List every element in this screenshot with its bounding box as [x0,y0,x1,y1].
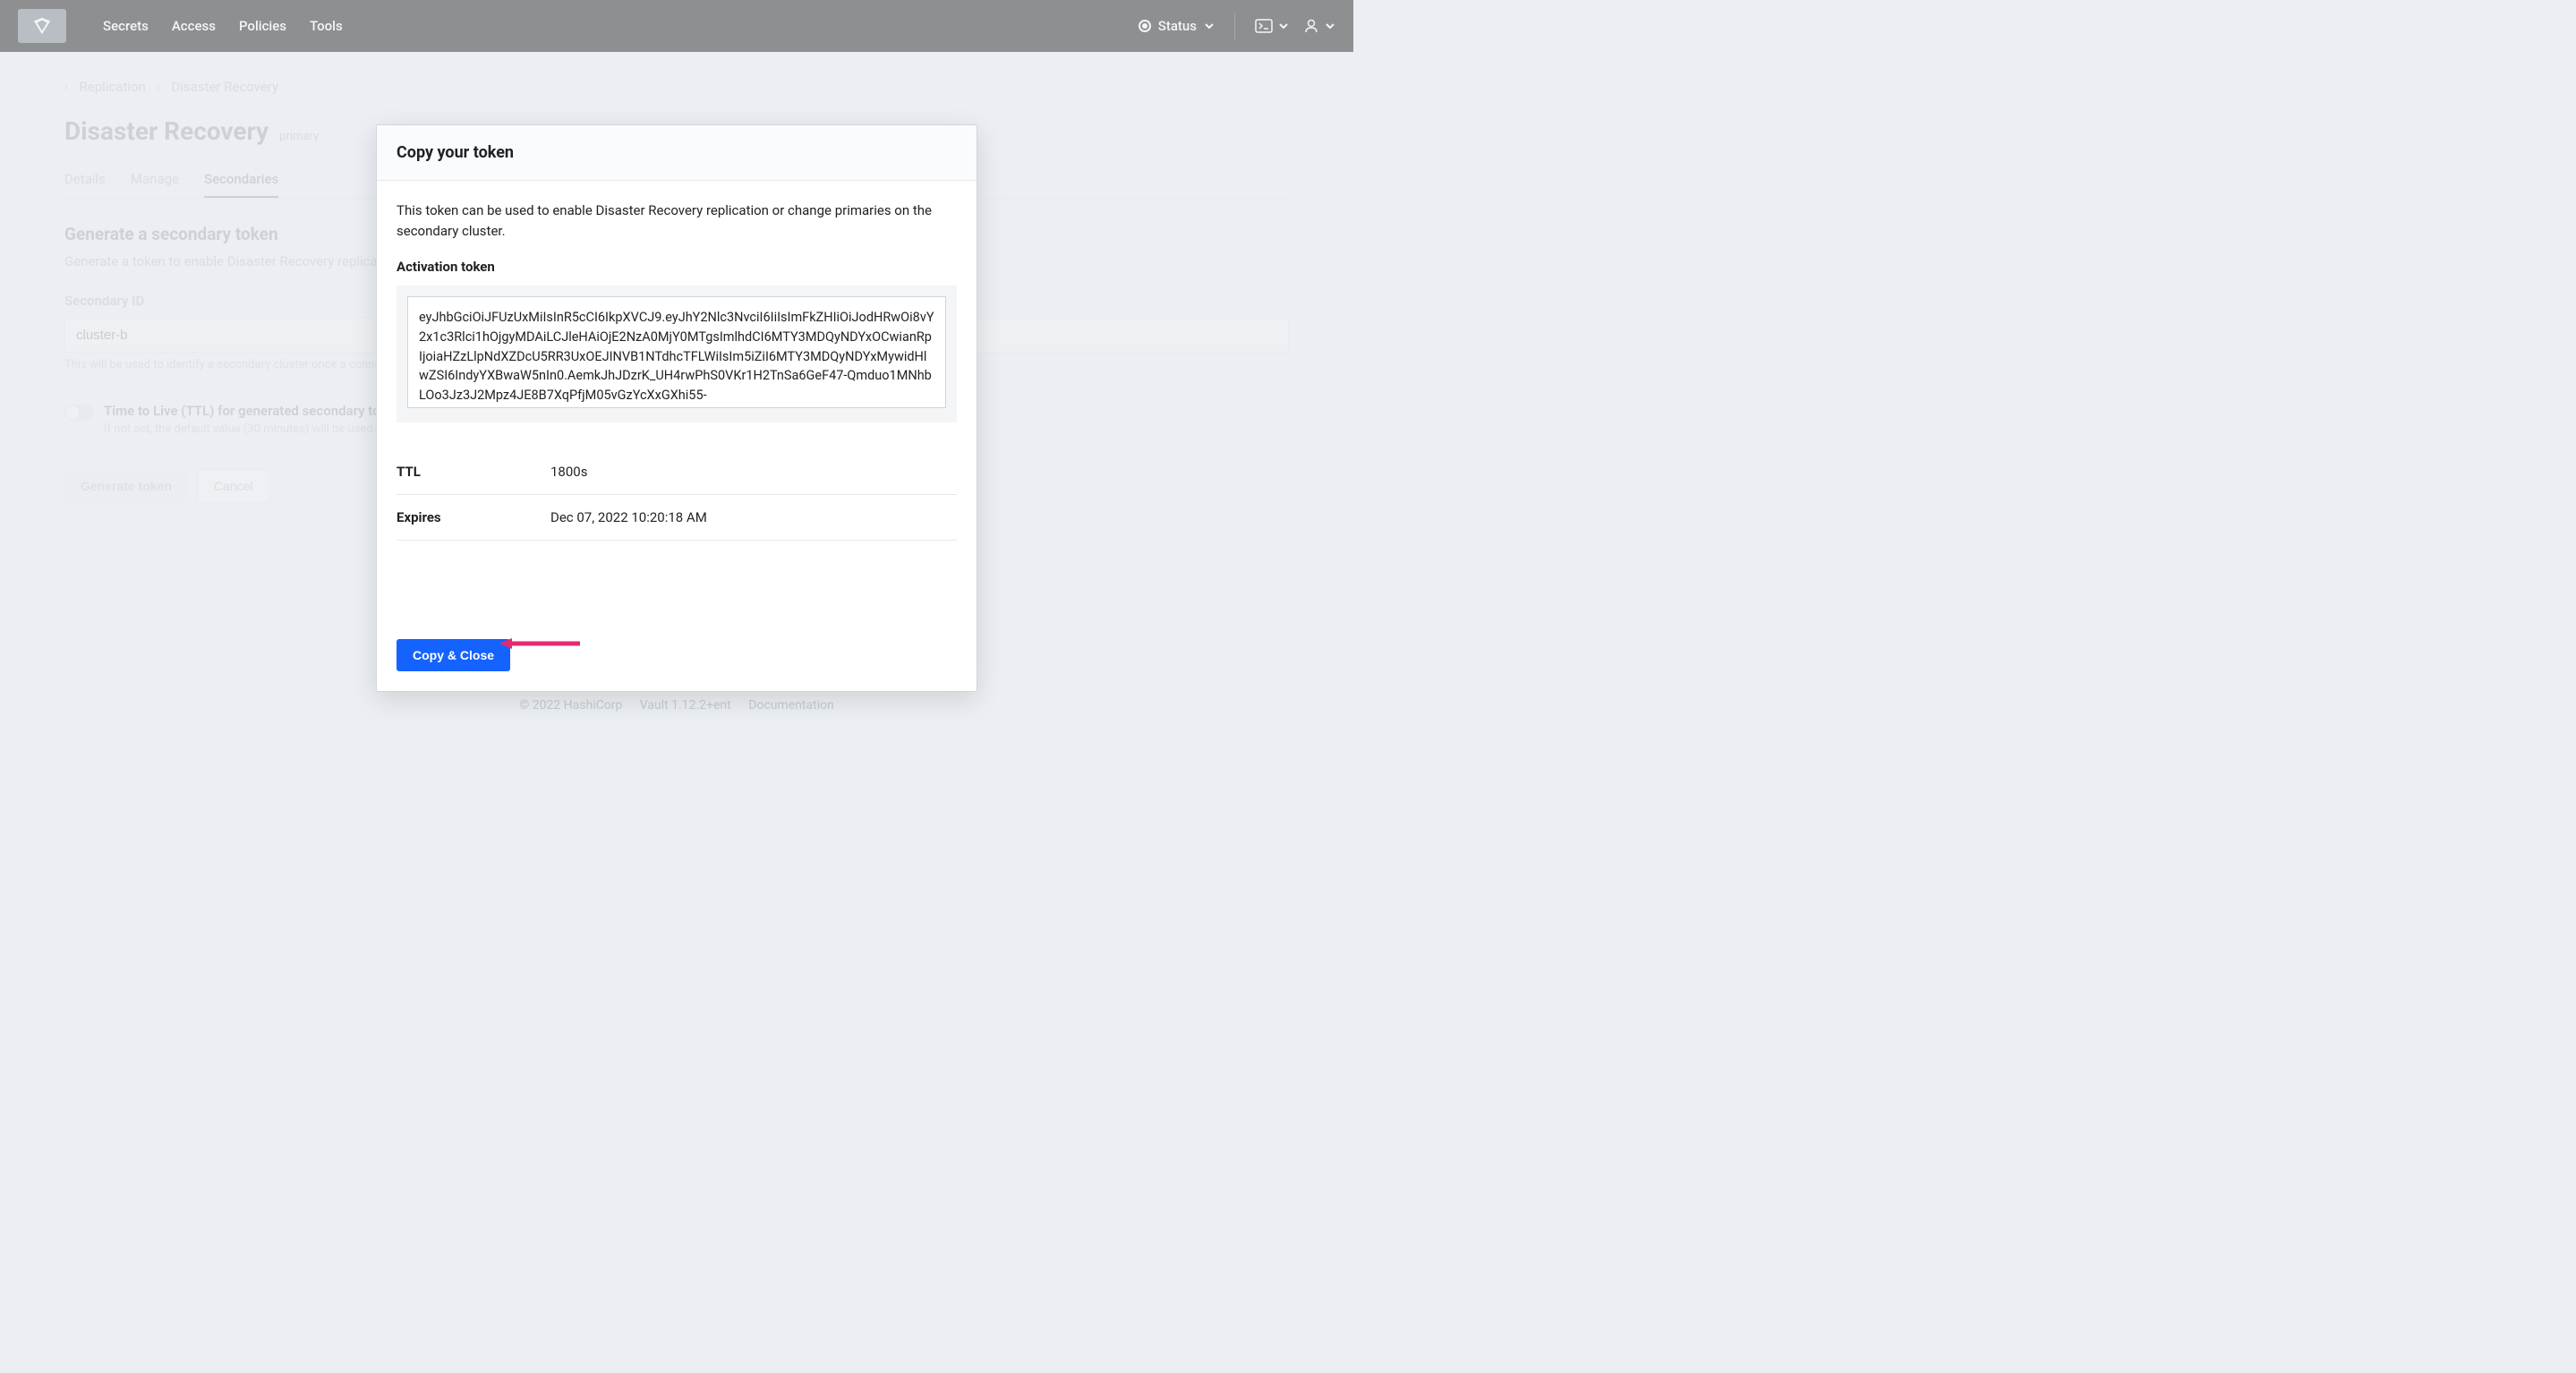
activation-token-textarea[interactable] [407,296,946,408]
copy-close-button[interactable]: Copy & Close [397,639,510,671]
copy-token-modal: Copy your token This token can be used t… [376,124,977,692]
ttl-row: TTL 1800s [397,449,957,495]
modal-title: Copy your token [397,143,957,162]
modal-overlay: Copy your token This token can be used t… [0,0,1353,721]
expires-key: Expires [397,509,550,525]
ttl-key: TTL [397,464,550,480]
modal-header: Copy your token [377,125,977,181]
modal-body: This token can be used to enable Disaste… [377,181,977,560]
expires-value: Dec 07, 2022 10:20:18 AM [550,509,707,525]
modal-description: This token can be used to enable Disaste… [397,200,957,241]
activation-token-label: Activation token [397,259,957,275]
expires-row: Expires Dec 07, 2022 10:20:18 AM [397,495,957,541]
token-box-wrapper [397,286,957,422]
modal-footer: Copy & Close [377,560,977,691]
ttl-value: 1800s [550,464,587,480]
